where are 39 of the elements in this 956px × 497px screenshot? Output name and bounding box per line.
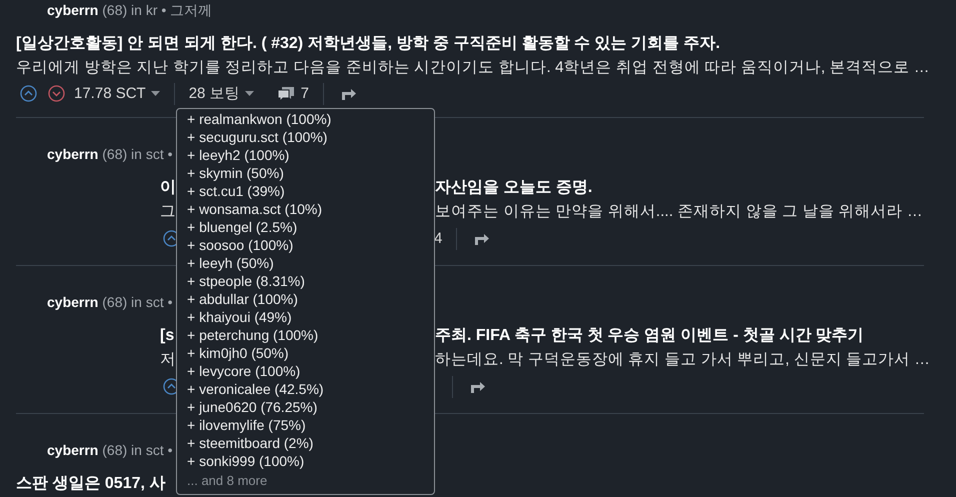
post-excerpt: 보여주는 이유는 만약을 위해서.... 존재하지 않을 그 날을 위해서라 … xyxy=(435,203,922,220)
voter-item[interactable]: + sonki999 (100%) xyxy=(187,452,304,470)
voter-item[interactable]: + leeyh2 (100%) xyxy=(187,146,290,164)
voter-item[interactable]: + secuguru.sct (100%) xyxy=(187,128,328,146)
voter-item[interactable]: + veronicalee (42.5%) xyxy=(187,380,324,398)
post-title[interactable]: 스판 생일은 0517, 사 xyxy=(16,475,166,492)
voter-item[interactable]: + stpeople (8.31%) xyxy=(187,272,305,290)
post-meta: cyberrn (68) in sct • xyxy=(47,293,173,312)
post-meta: cyberrn (68) in sct • xyxy=(47,441,173,460)
votes-dropdown[interactable]: 28 보팅 xyxy=(188,82,254,106)
post-excerpt: 그 xyxy=(160,202,176,222)
voter-item[interactable]: + khaiyoui (49%) xyxy=(187,308,292,326)
voter-item[interactable]: + wonsama.sct (10%) xyxy=(187,200,322,218)
voter-item[interactable]: + skymin (50%) xyxy=(187,164,284,182)
post-title[interactable]: [일상간호활동] 안 되면 되게 한다. ( #32) 저학년생들, 방학 중 구직준비 활동할 수 있는 기회를 주자. xyxy=(16,32,924,56)
voter-item[interactable]: + leeyh (50%) xyxy=(187,254,274,272)
voter-item[interactable]: + steemitboard (2%) xyxy=(187,434,314,452)
payout-dropdown[interactable]: 17.78 SCT xyxy=(74,82,160,106)
post-meta: cyberrn (68) in kr • 그저께 xyxy=(47,1,212,20)
post-title[interactable]: [s xyxy=(160,324,176,348)
post-excerpt: 저 xyxy=(160,350,176,370)
voter-item[interactable]: + levycore (100%) xyxy=(187,362,300,380)
more-voters-text: ... and 8 more xyxy=(187,472,268,490)
voter-item[interactable]: + sct.cu1 (39%) xyxy=(187,182,285,200)
voter-item[interactable]: + abdullar (100%) xyxy=(187,290,298,308)
voter-item[interactable]: + realmankwon (100%) xyxy=(187,110,332,128)
voter-item[interactable]: + ilovemylife (75%) xyxy=(187,416,306,434)
post-meta: cyberrn (68) in sct • xyxy=(47,145,173,164)
comment-count: 4 xyxy=(434,228,442,249)
voter-item[interactable]: + peterchung (100%) xyxy=(187,326,318,344)
voter-item[interactable]: + soosoo (100%) xyxy=(187,236,294,254)
voter-item[interactable]: + kim0jh0 (50%) xyxy=(187,344,289,362)
post-title[interactable]: 이 xyxy=(160,176,176,200)
voter-item[interactable]: + june0620 (76.25%) xyxy=(187,398,318,416)
voter-item[interactable]: + bluengel (2.5%) xyxy=(187,218,298,236)
post-title[interactable]: 자산임을 오늘도 증명. xyxy=(435,179,592,196)
comment-count: 7 xyxy=(300,84,309,104)
post-title[interactable]: 주최. FIFA 축구 한국 첫 우승 염원 이벤트 - 첫골 시간 맞추기 xyxy=(435,327,864,344)
post-excerpt: 하는데요. 막 구덕운동장에 휴지 들고 가서 뿌리고, 신문지 들고가서 … xyxy=(435,351,930,368)
